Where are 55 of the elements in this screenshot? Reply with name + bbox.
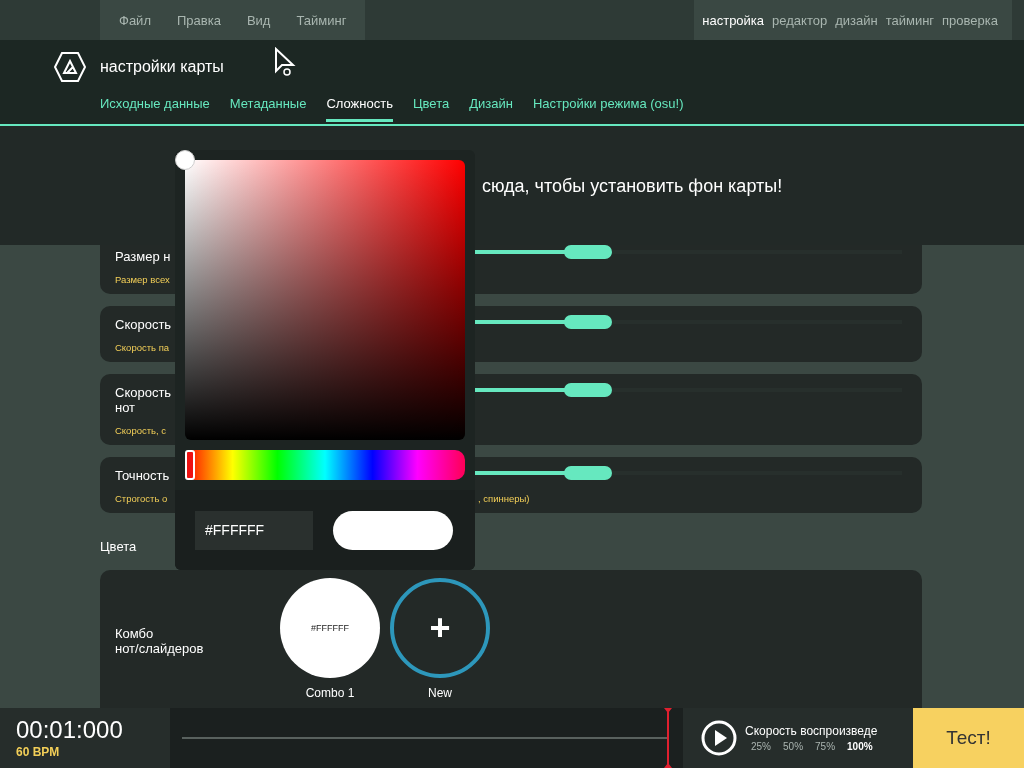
settings-tab[interactable]: Сложность xyxy=(326,96,393,122)
screen-tab[interactable]: тайминг xyxy=(885,12,935,28)
setting-label: Комбо нот/слайдеров xyxy=(115,626,205,656)
cursor-icon xyxy=(274,47,298,77)
combo-caption: New xyxy=(428,686,452,700)
menu-item[interactable]: Вид xyxy=(233,12,284,28)
slider-thumb[interactable] xyxy=(564,245,613,259)
add-color-button[interactable]: + xyxy=(390,578,490,678)
setting-description: Скорость, с xyxy=(115,425,167,436)
slider-thumb[interactable] xyxy=(564,383,613,397)
hue-slider[interactable] xyxy=(185,450,465,480)
play-icon[interactable] xyxy=(701,720,737,756)
settings-tab[interactable]: Метаданные xyxy=(229,96,307,122)
playback-speed-label: Скорость воспроизведе xyxy=(745,724,878,738)
timeline[interactable] xyxy=(170,708,683,768)
screen-tab[interactable]: настройка xyxy=(702,12,765,28)
rate-option[interactable]: 50% xyxy=(783,741,804,752)
screen-tab[interactable]: проверка xyxy=(942,12,998,28)
setting-label: Размер н xyxy=(115,249,172,264)
test-button[interactable]: Тест! xyxy=(913,708,1024,768)
setting-label: Скорость нот xyxy=(115,385,173,415)
menu-item[interactable]: Правка xyxy=(163,12,234,28)
setting-label: Скорость xyxy=(115,317,173,332)
settings-tab[interactable]: Цвета xyxy=(412,96,450,122)
page-title: настройки карты xyxy=(100,58,224,76)
playhead-marker[interactable] xyxy=(664,708,672,768)
menu-item[interactable]: Файл xyxy=(106,12,164,28)
saturation-value-area[interactable] xyxy=(185,160,465,440)
time-display: 00:01:000 xyxy=(16,717,124,742)
bpm-label: 60 BPM xyxy=(16,744,61,759)
settings-tab[interactable]: Исходные данные xyxy=(100,96,210,122)
setting-description: , спиннеры) xyxy=(478,493,530,504)
rate-option[interactable]: 75% xyxy=(815,741,836,752)
screen-tab[interactable]: редактор xyxy=(772,12,828,28)
setting-label: Точность xyxy=(115,468,171,483)
section-title: Цвета xyxy=(100,539,137,554)
rate-option[interactable]: 25% xyxy=(751,741,771,752)
setting-description: Скорость па xyxy=(115,342,170,353)
picker-handle[interactable] xyxy=(175,150,195,170)
combo-caption: Combo 1 xyxy=(305,686,355,700)
rate-option[interactable]: 100% xyxy=(847,741,873,752)
screen-tab[interactable]: дизайн xyxy=(835,12,878,28)
slider-thumb[interactable] xyxy=(564,466,613,480)
hue-handle[interactable] xyxy=(185,450,195,480)
logo-icon xyxy=(54,52,86,82)
setting-description: Размер всех xyxy=(115,274,170,285)
slider-thumb[interactable] xyxy=(564,315,613,329)
settings-tab[interactable]: Дизайн xyxy=(469,96,513,122)
settings-tab[interactable]: Настройки режима (osu!) xyxy=(532,96,684,122)
hex-label: #FFFFFF xyxy=(311,623,349,633)
banner-text: сюда, чтобы установить фон карты! xyxy=(482,176,783,197)
hex-input-field[interactable]: #FFFFFF xyxy=(195,510,313,550)
setting-description: Строгость о xyxy=(115,493,168,504)
color-swatch[interactable]: #FFFFFF xyxy=(280,578,380,678)
menu-item[interactable]: Тайминг xyxy=(283,12,360,28)
